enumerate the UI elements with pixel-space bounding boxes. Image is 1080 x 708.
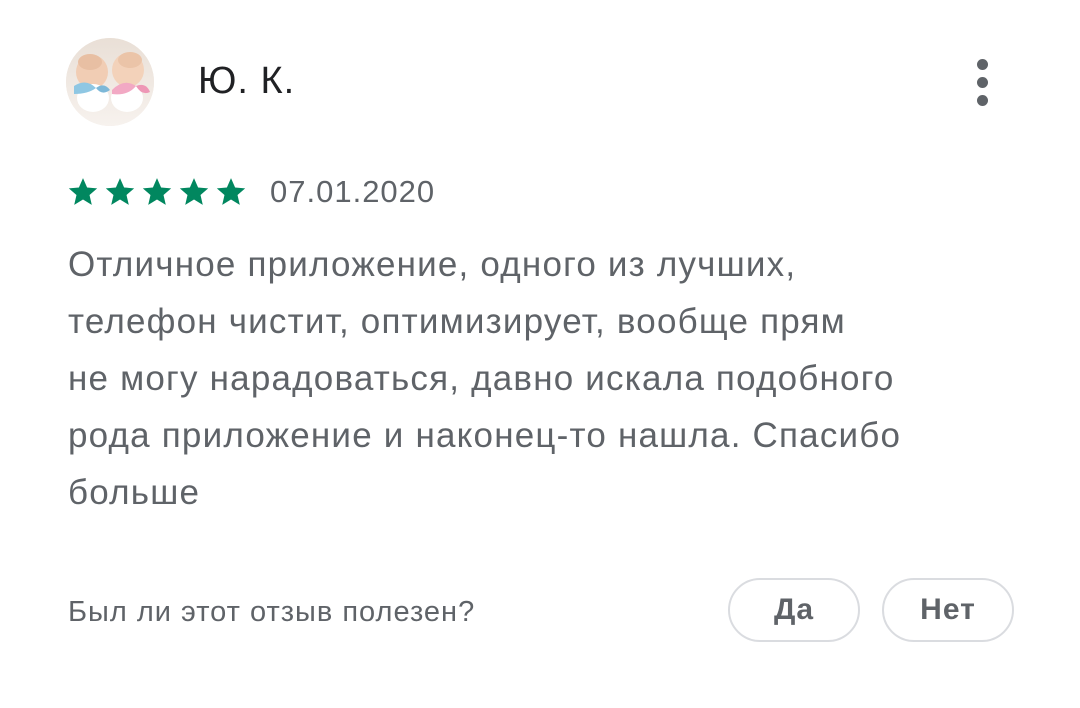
review-text: Отличное приложение, одного из лучших, т… — [68, 236, 1028, 521]
review-text-line: Отличное приложение, одного из лучших, — [68, 245, 797, 284]
avatar — [66, 38, 154, 126]
star-rating — [66, 175, 248, 209]
more-options-button[interactable] — [958, 54, 1006, 110]
review-date: 07.01.2020 — [270, 174, 436, 209]
star-icon — [140, 175, 174, 209]
review-text-line: больше — [68, 473, 201, 512]
star-icon — [66, 175, 100, 209]
more-vert-icon-dot — [976, 76, 988, 88]
helpful-no-label: Нет — [920, 593, 976, 626]
review-text-line: телефон чистит, оптимизирует, вообще пря… — [68, 302, 846, 341]
rating-row: 07.01.2020 — [66, 172, 435, 212]
helpful-no-button[interactable]: Нет — [882, 578, 1014, 642]
helpful-question: Был ли этот отзыв полезен? — [68, 596, 476, 628]
author-name: Ю. К. — [198, 60, 296, 102]
avatar-image — [66, 38, 154, 126]
review-text-line: не могу нарадоваться, давно искала подоб… — [68, 359, 895, 398]
more-vert-icon-dot — [976, 94, 988, 106]
more-vert-icon — [976, 58, 988, 70]
review-text-line: рода приложение и наконец-то нашла. Спас… — [68, 416, 902, 455]
star-icon — [177, 175, 211, 209]
helpful-yes-button[interactable]: Да — [728, 578, 860, 642]
star-icon — [214, 175, 248, 209]
star-icon — [103, 175, 137, 209]
helpful-yes-label: Да — [773, 593, 815, 626]
